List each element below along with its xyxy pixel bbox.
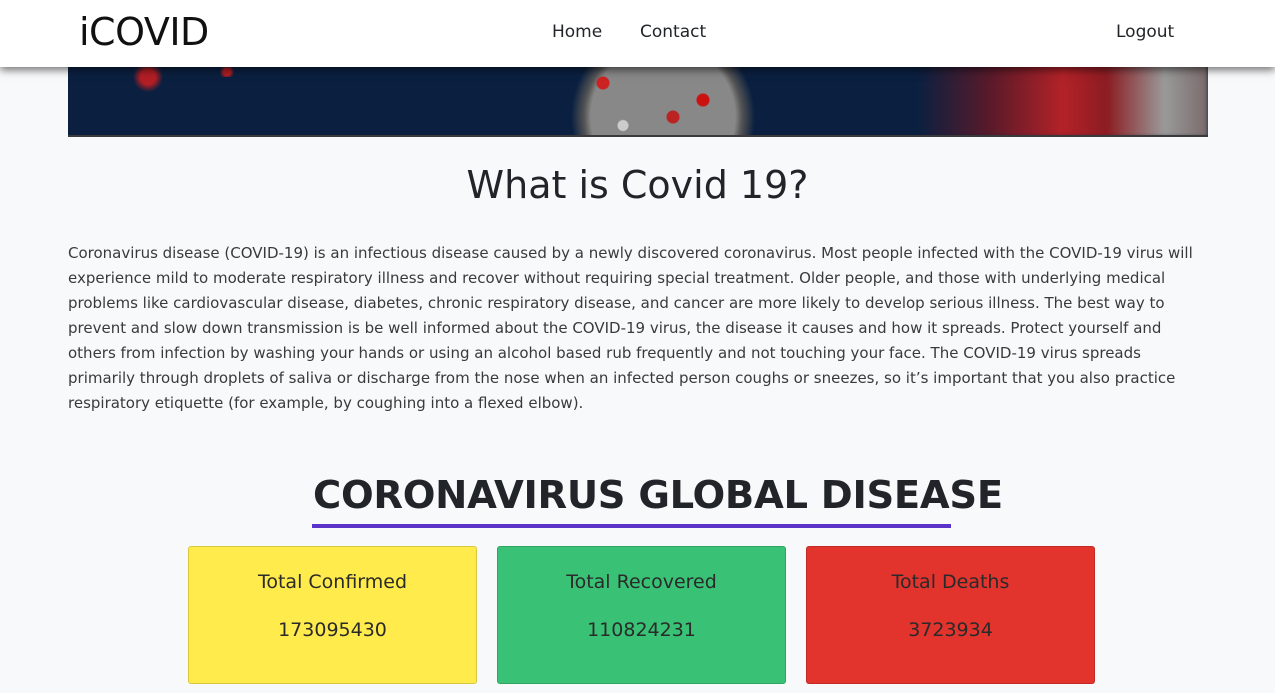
blurred-virus-image [918,62,1208,135]
logout-link[interactable]: Logout [1116,22,1174,42]
global-disease-heading: CORONAVIRUS GLOBAL DISEASE [313,473,1003,518]
total-deaths-label: Total Deaths [891,571,1010,593]
hero-banner-image [68,62,1208,137]
total-deaths-value: 3723934 [908,619,993,641]
nav-contact-link[interactable]: Contact [640,22,706,42]
total-recovered-card: Total Recovered 110824231 [497,546,786,684]
total-deaths-card: Total Deaths 3723934 [806,546,1095,684]
heading-underline [312,524,951,528]
virus-dot-image [218,67,236,77]
total-recovered-label: Total Recovered [566,571,717,593]
what-is-covid-heading: What is Covid 19? [466,163,809,207]
total-recovered-value: 110824231 [587,619,696,641]
total-confirmed-value: 173095430 [278,619,387,641]
total-confirmed-label: Total Confirmed [257,571,408,593]
nav-home-link[interactable]: Home [552,22,602,42]
covid-description: Coronavirus disease (COVID-19) is an inf… [68,244,1193,412]
top-navbar: iCOVID Home Contact Logout [0,0,1275,67]
brand-logo[interactable]: iCOVID [79,10,209,54]
coronavirus-image [563,62,763,135]
total-confirmed-card: Total Confirmed 173095430 [188,546,477,684]
